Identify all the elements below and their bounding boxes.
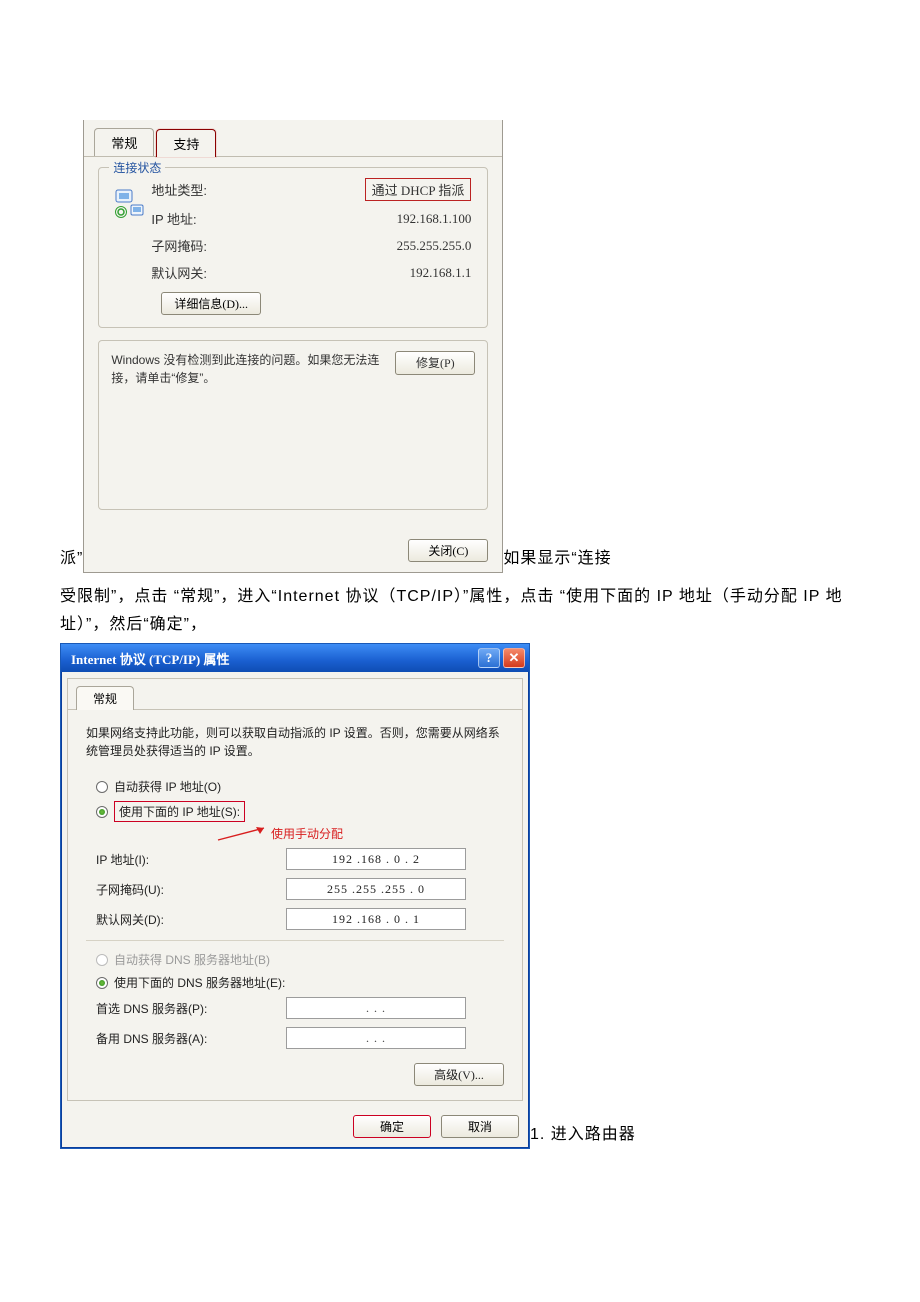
tab-general-2[interactable]: 常规 <box>76 686 134 710</box>
tab-support[interactable]: 支持 <box>156 129 216 157</box>
mask-value: 255.255.255.0 <box>271 238 475 254</box>
ip-addr-input[interactable]: 192 .168 . 0 . 2 <box>286 848 466 870</box>
tcpip-properties-dialog: Internet 协议 (TCP/IP) 属性 ? ✕ 常规 如果网络支持此功能… <box>60 643 530 1149</box>
connection-status-group: 连接状态 地址类型: <box>98 167 488 328</box>
doc-text-prefix: 派” <box>60 545 83 573</box>
gw-value: 192.168.1.1 <box>271 265 475 281</box>
cancel-button[interactable]: 取消 <box>441 1115 519 1138</box>
gateway-input[interactable]: 192 .168 . 0 . 1 <box>286 908 466 930</box>
tab-general[interactable]: 常规 <box>94 128 154 156</box>
doc-text-suffix: 如果显示“连接 <box>503 545 611 573</box>
radio-auto-ip-label: 自动获得 IP 地址(O) <box>114 778 221 795</box>
subnet-input[interactable]: 255 .255 .255 . 0 <box>286 878 466 900</box>
titlebar: Internet 协议 (TCP/IP) 属性 ? ✕ <box>61 644 529 672</box>
mask-label: 子网掩码: <box>151 236 271 255</box>
annotation-manual: 使用手动分配 <box>216 824 504 842</box>
help-button[interactable]: ? <box>478 648 500 668</box>
tabstrip: 常规 支持 <box>84 120 502 157</box>
description-text: 如果网络支持此功能，则可以获取自动指派的 IP 设置。否则，您需要从网络系统管理… <box>86 724 504 760</box>
alt-dns-label: 备用 DNS 服务器(A): <box>96 1030 286 1047</box>
ok-button[interactable]: 确定 <box>353 1115 431 1138</box>
radio-manual-dns-label: 使用下面的 DNS 服务器地址(E): <box>114 974 285 991</box>
dialog-title: Internet 协议 (TCP/IP) 属性 <box>71 649 230 668</box>
radio-auto-dns-label: 自动获得 DNS 服务器地址(B) <box>114 951 270 968</box>
radio-manual-dns[interactable]: 使用下面的 DNS 服务器地址(E): <box>96 974 504 991</box>
addr-type-label: 地址类型: <box>151 180 271 199</box>
radio-manual-ip[interactable]: 使用下面的 IP 地址(S): <box>96 801 504 822</box>
details-button[interactable]: 详细信息(D)... <box>161 292 261 315</box>
connection-status-dialog: 常规 支持 连接状态 <box>83 120 503 573</box>
ip-value: 192.168.1.100 <box>271 211 475 227</box>
alt-dns-input[interactable]: . . . <box>286 1027 466 1049</box>
ip-label: IP 地址: <box>151 209 271 228</box>
radio-checked-icon <box>96 806 108 818</box>
radio-auto-dns: 自动获得 DNS 服务器地址(B) <box>96 951 504 968</box>
repair-button[interactable]: 修复(P) <box>395 351 475 375</box>
doc-text-after: 1. 进入路由器 <box>530 1121 636 1149</box>
close-button[interactable]: 关闭(C) <box>408 539 488 562</box>
radio-disabled-icon <box>96 954 108 966</box>
radio-icon <box>96 781 108 793</box>
repair-group: Windows 没有检测到此连接的问题。如果您无法连接，请单击“修复”。 修复(… <box>98 340 488 510</box>
network-icon <box>111 186 147 220</box>
gw-label: 默认网关: <box>151 263 271 282</box>
pref-dns-label: 首选 DNS 服务器(P): <box>96 1000 286 1017</box>
close-icon[interactable]: ✕ <box>503 648 525 668</box>
ip-addr-label: IP 地址(I): <box>96 851 286 868</box>
subnet-label: 子网掩码(U): <box>96 881 286 898</box>
radio-checked-icon-2 <box>96 977 108 989</box>
doc-paragraph: 受限制”，点击 “常规”，进入“Internet 协议（TCP/IP）”属性，点… <box>60 583 860 639</box>
radio-manual-ip-label: 使用下面的 IP 地址(S): <box>114 801 245 822</box>
pref-dns-input[interactable]: . . . <box>286 997 466 1019</box>
advanced-button[interactable]: 高级(V)... <box>414 1063 504 1086</box>
group-legend: 连接状态 <box>109 159 165 176</box>
addr-type-value: 通过 DHCP 指派 <box>365 178 472 201</box>
gateway-label: 默认网关(D): <box>96 911 286 928</box>
repair-text: Windows 没有检测到此连接的问题。如果您无法连接，请单击“修复”。 <box>111 351 383 387</box>
radio-auto-ip[interactable]: 自动获得 IP 地址(O) <box>96 778 504 795</box>
